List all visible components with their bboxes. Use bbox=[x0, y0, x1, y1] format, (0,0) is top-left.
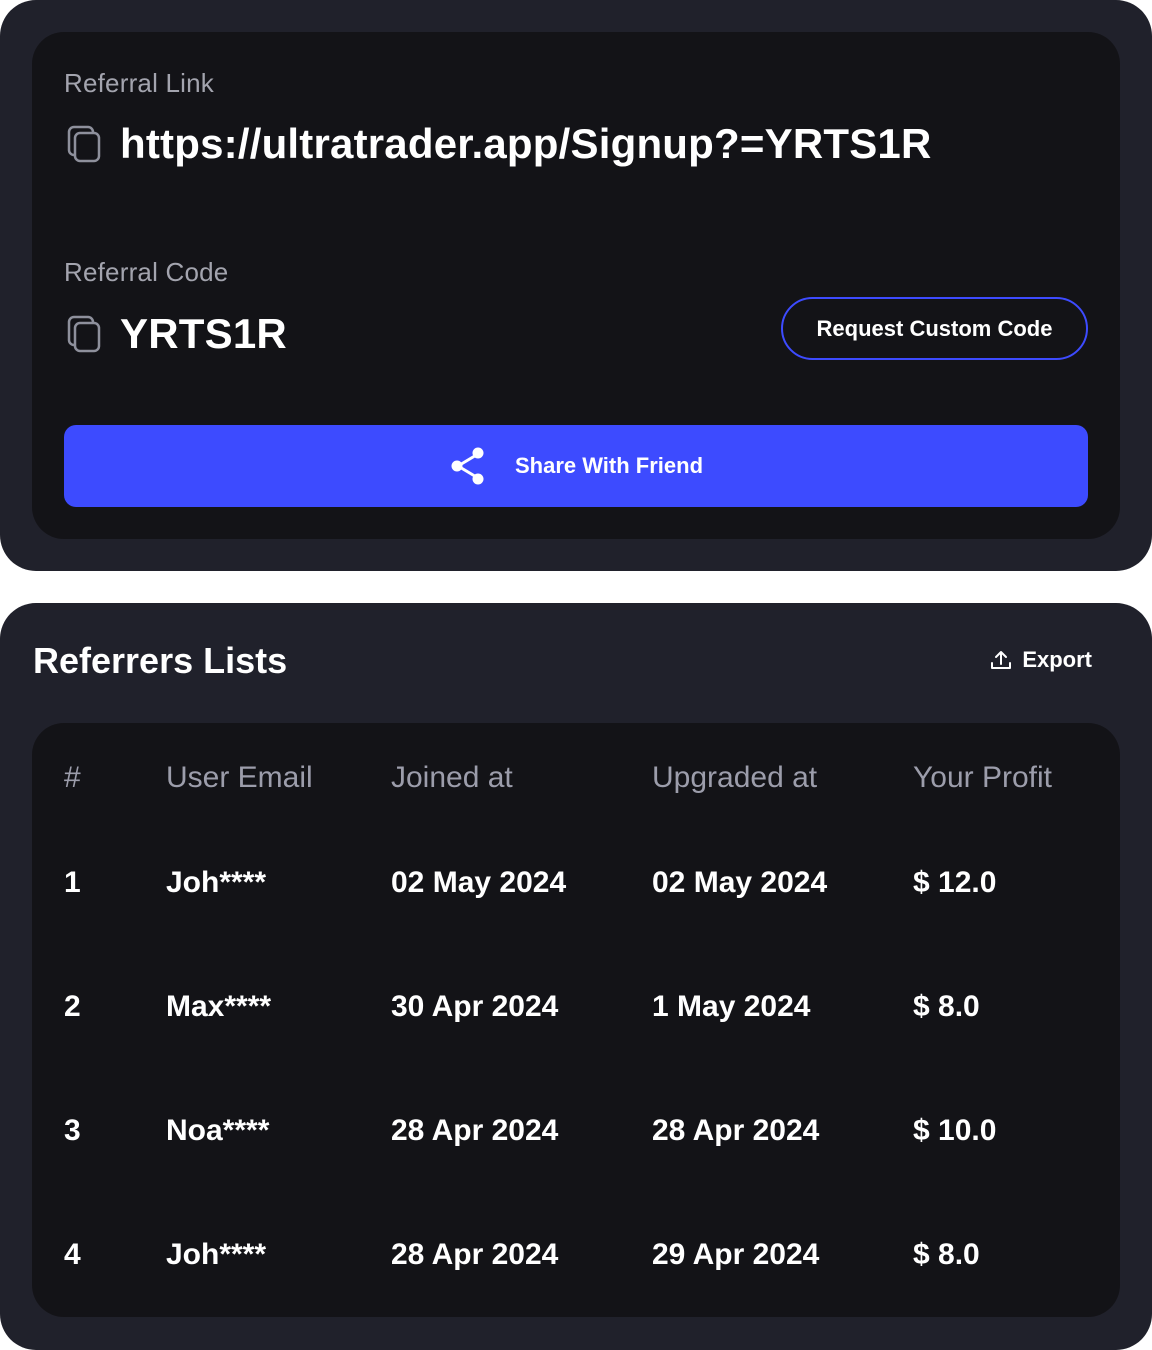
table-header: # User Email Joined at Upgraded at Your … bbox=[32, 748, 1120, 808]
row-email: Noa**** bbox=[166, 1114, 270, 1147]
referral-link-value[interactable]: https://ultratrader.app/Signup?=YRTS1R bbox=[120, 120, 932, 168]
row-profit: $ 8.0 bbox=[913, 1238, 980, 1271]
referral-link-label: Referral Link bbox=[64, 68, 214, 98]
column-header-profit: Your Profit bbox=[913, 761, 1052, 794]
column-header-upgraded: Upgraded at bbox=[652, 761, 818, 794]
export-button[interactable]: Export bbox=[990, 647, 1092, 673]
row-joined: 28 Apr 2024 bbox=[391, 1114, 559, 1147]
upload-icon bbox=[990, 649, 1012, 671]
request-custom-code-button[interactable]: Request Custom Code bbox=[781, 297, 1088, 360]
referral-card: Referral Link https://ultratrader.app/Si… bbox=[0, 0, 1152, 571]
row-profit: $ 8.0 bbox=[913, 990, 980, 1023]
referrers-card: Referrers Lists Export # User Email Join… bbox=[0, 603, 1152, 1350]
row-joined: 30 Apr 2024 bbox=[391, 990, 559, 1023]
referral-code-value[interactable]: YRTS1R bbox=[120, 310, 287, 358]
referral-panel: Referral Link https://ultratrader.app/Si… bbox=[32, 32, 1120, 539]
row-number: 2 bbox=[64, 990, 81, 1023]
copy-code-icon[interactable] bbox=[64, 314, 104, 354]
row-joined: 02 May 2024 bbox=[391, 866, 567, 899]
row-profit: $ 12.0 bbox=[913, 866, 997, 899]
share-button-label: Share With Friend bbox=[514, 453, 704, 478]
row-upgraded: 29 Apr 2024 bbox=[652, 1238, 820, 1271]
row-upgraded: 1 May 2024 bbox=[652, 990, 811, 1023]
column-header-number: # bbox=[64, 761, 81, 794]
row-joined: 28 Apr 2024 bbox=[391, 1238, 559, 1271]
referral-code-label: Referral Code bbox=[64, 257, 229, 287]
referrers-table: # User Email Joined at Upgraded at Your … bbox=[32, 723, 1120, 1317]
row-profit: $ 10.0 bbox=[913, 1114, 997, 1147]
table-row: 1 Joh**** 02 May 2024 02 May 2024 $ 12.0 bbox=[32, 853, 1120, 913]
row-email: Joh**** bbox=[166, 1238, 267, 1271]
share-with-friend-button[interactable]: Share With Friend bbox=[64, 425, 1088, 507]
export-label: Export bbox=[1022, 647, 1092, 672]
column-header-joined: Joined at bbox=[391, 761, 513, 794]
table-row: 3 Noa**** 28 Apr 2024 28 Apr 2024 $ 10.0 bbox=[32, 1101, 1120, 1161]
table-row: 2 Max**** 30 Apr 2024 1 May 2024 $ 8.0 bbox=[32, 977, 1120, 1037]
row-number: 3 bbox=[64, 1114, 81, 1147]
row-number: 1 bbox=[64, 866, 81, 899]
row-upgraded: 28 Apr 2024 bbox=[652, 1114, 820, 1147]
row-upgraded: 02 May 2024 bbox=[652, 866, 828, 899]
referral-link-row: https://ultratrader.app/Signup?=YRTS1R bbox=[64, 120, 932, 168]
row-email: Joh**** bbox=[166, 866, 267, 899]
referrers-title: Referrers Lists bbox=[33, 640, 288, 681]
row-email: Max**** bbox=[166, 990, 272, 1023]
share-icon bbox=[449, 446, 487, 486]
referral-code-row: YRTS1R bbox=[64, 310, 287, 358]
row-number: 4 bbox=[64, 1238, 81, 1271]
copy-link-icon[interactable] bbox=[64, 124, 104, 164]
table-row: 4 Joh**** 28 Apr 2024 29 Apr 2024 $ 8.0 bbox=[32, 1225, 1120, 1285]
column-header-email: User Email bbox=[166, 761, 313, 794]
